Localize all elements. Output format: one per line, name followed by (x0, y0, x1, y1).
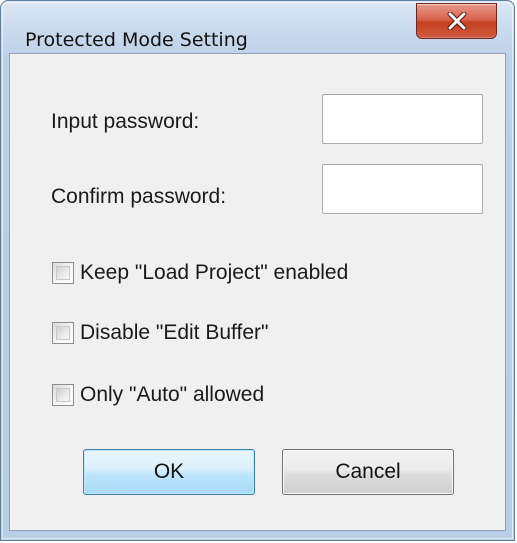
confirm-password-label: Confirm password: (51, 185, 227, 208)
keep-load-project-option[interactable]: Keep "Load Project" enabled (52, 259, 348, 287)
disable-edit-buffer-option[interactable]: Disable "Edit Buffer" (52, 319, 268, 347)
window-title: Protected Mode Setting (25, 29, 248, 51)
close-button[interactable] (416, 3, 497, 39)
only-auto-allowed-checkbox[interactable] (52, 384, 74, 406)
dialog-window: Protected Mode Setting Input password: C… (0, 0, 515, 541)
confirm-password-field[interactable] (322, 164, 483, 214)
keep-load-project-label: Keep "Load Project" enabled (80, 261, 349, 284)
close-icon (447, 12, 467, 30)
ok-button[interactable]: OK (83, 449, 255, 495)
input-password-label: Input password: (51, 110, 200, 133)
cancel-button[interactable]: Cancel (282, 449, 454, 495)
only-auto-allowed-option[interactable]: Only "Auto" allowed (52, 381, 264, 409)
keep-load-project-checkbox[interactable] (52, 262, 74, 284)
disable-edit-buffer-label: Disable "Edit Buffer" (80, 321, 269, 344)
input-password-field[interactable] (322, 94, 483, 144)
disable-edit-buffer-checkbox[interactable] (52, 322, 74, 344)
dialog-content: Input password: Confirm password: Keep "… (9, 53, 506, 531)
only-auto-allowed-label: Only "Auto" allowed (80, 383, 265, 406)
